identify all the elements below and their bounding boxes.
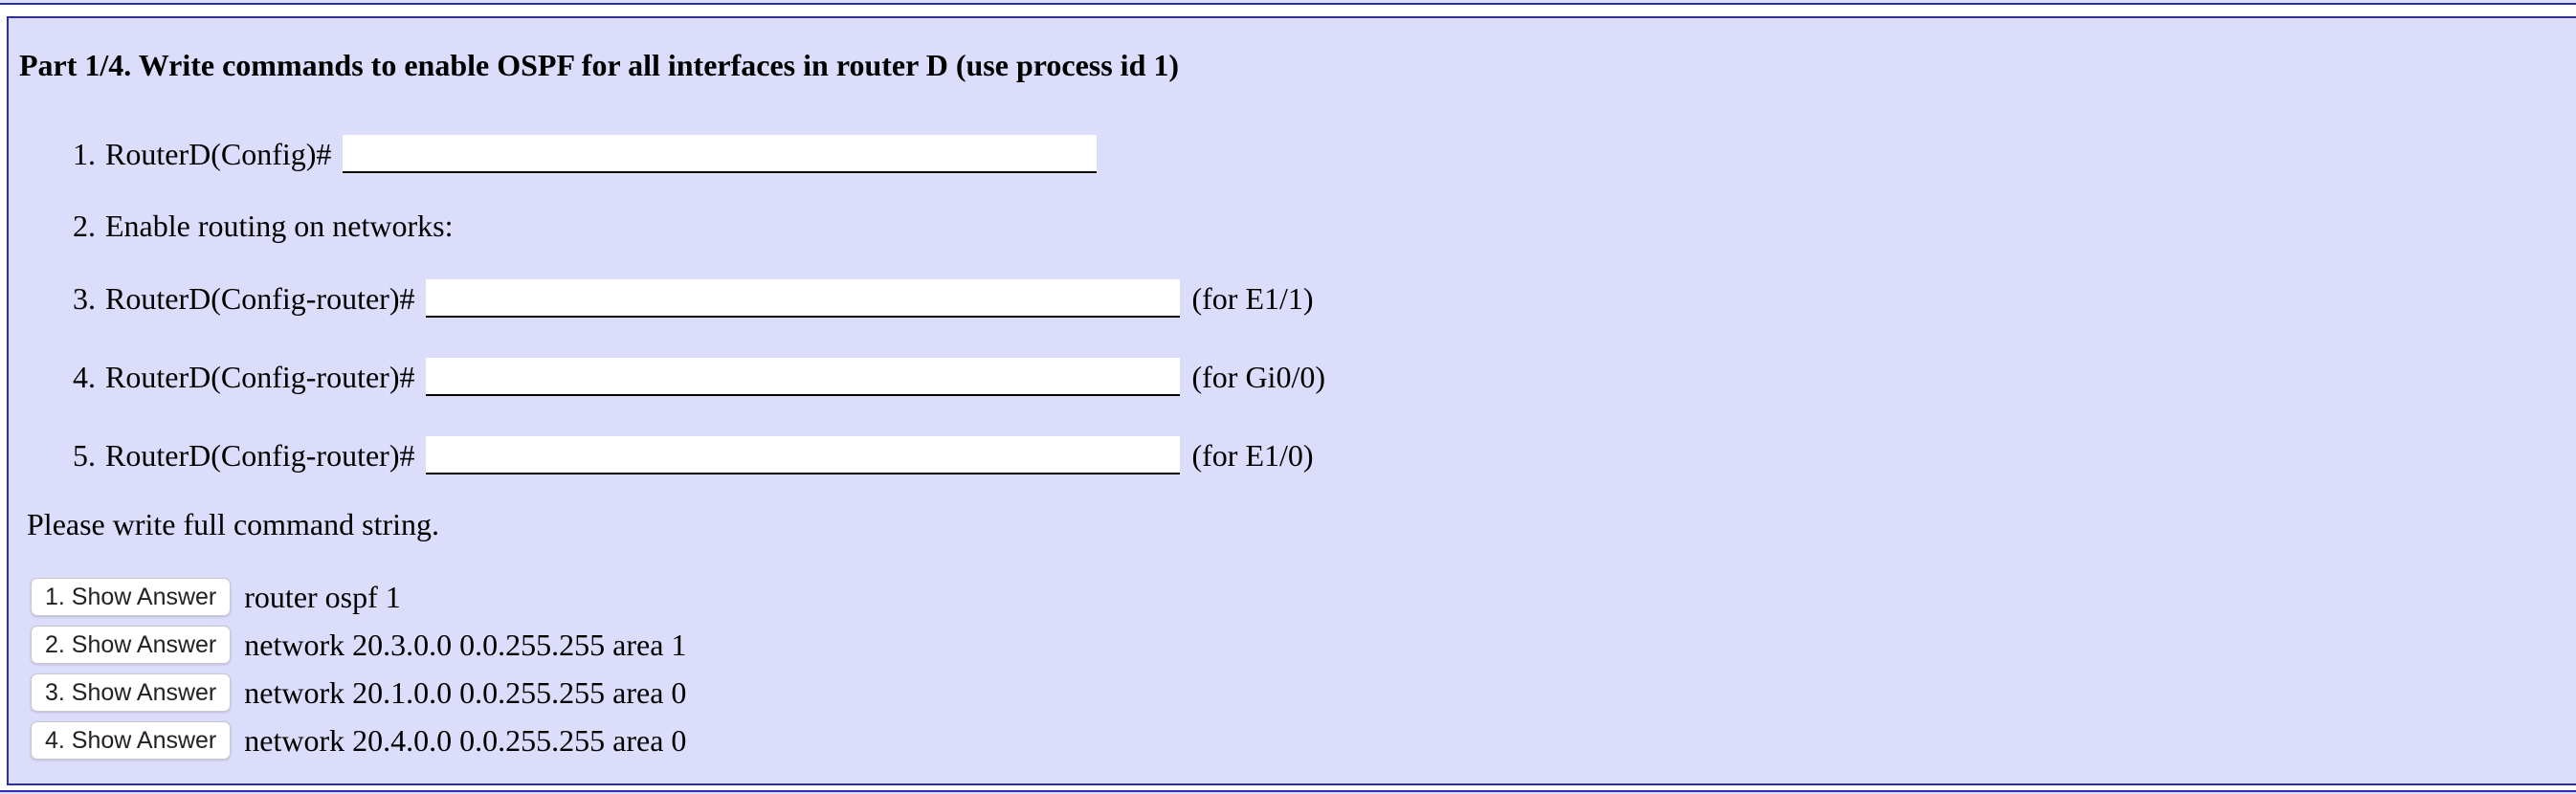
step-1: 1. RouterD(Config)# [57, 133, 1098, 175]
answer-row-2: 2. Show Answer network 20.3.0.0 0.0.255.… [31, 625, 686, 665]
previous-panel-edge [0, 0, 2576, 5]
show-answer-3-button[interactable]: 3. Show Answer [31, 673, 232, 712]
answer-text-4: network 20.4.0.0 0.0.255.255 area 0 [244, 722, 687, 758]
command-input-e1-1[interactable] [426, 279, 1181, 318]
step-number: 5. [73, 437, 96, 473]
page: Part 1/4. Write commands to enable OSPF … [0, 0, 2576, 794]
answer-text-2: network 20.3.0.0 0.0.255.255 area 1 [244, 627, 687, 662]
step-prompt: RouterD(Config-router)# [105, 359, 415, 394]
step-text: Enable routing on networks: [105, 208, 454, 243]
step-prompt: RouterD(Config)# [105, 136, 332, 171]
step-prompt: RouterD(Config-router)# [105, 280, 415, 316]
step-2: 2. Enable routing on networks: [57, 205, 464, 247]
answer-row-1: 1. Show Answer router ospf 1 [31, 577, 401, 617]
command-input-1[interactable] [343, 135, 1098, 173]
command-input-gi0-0[interactable] [426, 358, 1181, 396]
answer-text-3: network 20.1.0.0 0.0.255.255 area 0 [244, 674, 687, 710]
show-answer-1-button[interactable]: 1. Show Answer [31, 578, 232, 616]
step-prompt: RouterD(Config-router)# [105, 437, 415, 473]
answer-row-4: 4. Show Answer network 20.4.0.0 0.0.255.… [31, 720, 686, 761]
step-4: 4. RouterD(Config-router)# (for Gi0/0) [57, 356, 1325, 398]
answer-row-3: 3. Show Answer network 20.1.0.0 0.0.255.… [31, 673, 686, 713]
command-input-e1-0[interactable] [426, 436, 1181, 474]
step-5: 5. RouterD(Config-router)# (for E1/0) [57, 434, 1314, 476]
step-number: 1. [73, 136, 96, 171]
step-number: 3. [73, 280, 96, 316]
answer-text-1: router ospf 1 [244, 579, 401, 614]
exercise-panel [7, 16, 2576, 785]
show-answer-2-button[interactable]: 2. Show Answer [31, 626, 232, 664]
step-number: 2. [73, 208, 96, 243]
step-3: 3. RouterD(Config-router)# (for E1/1) [57, 277, 1314, 320]
interface-hint: (for Gi0/0) [1191, 359, 1325, 394]
interface-hint: (for E1/1) [1191, 280, 1314, 316]
part-title: Part 1/4. Write commands to enable OSPF … [19, 48, 1180, 82]
interface-hint: (for E1/0) [1191, 437, 1314, 473]
instruction-note: Please write full command string. [27, 507, 440, 541]
next-panel-edge [0, 790, 2576, 794]
show-answer-4-button[interactable]: 4. Show Answer [31, 721, 232, 760]
step-number: 4. [73, 359, 96, 394]
